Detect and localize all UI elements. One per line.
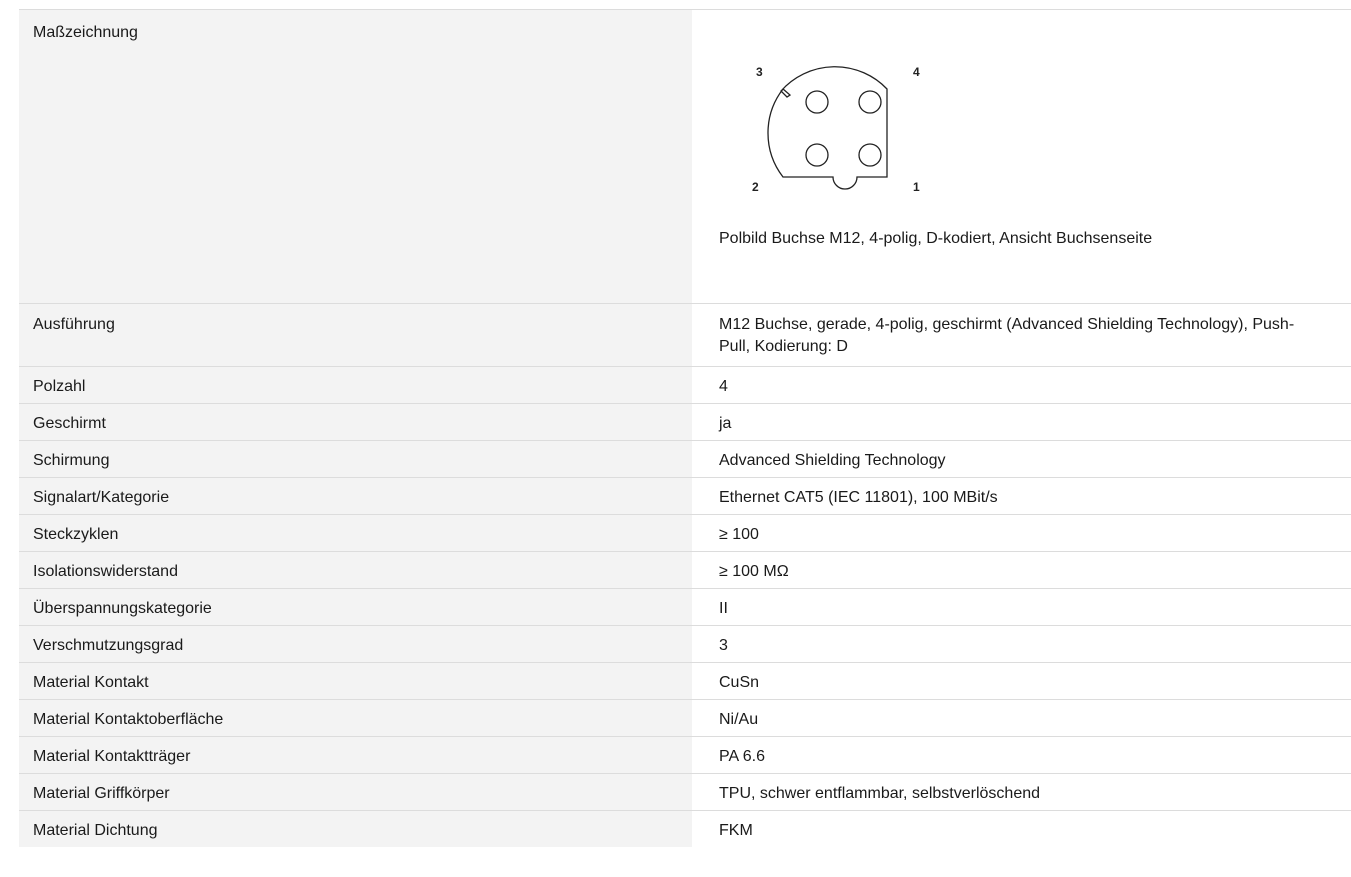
spec-label: Schirmung (19, 440, 692, 478)
spec-value: 3 (692, 625, 1351, 663)
spec-value: Ni/Au (692, 699, 1351, 737)
pin-label-4: 4 (913, 65, 920, 79)
spec-value: ja (692, 403, 1351, 441)
spec-value: PA 6.6 (692, 736, 1351, 774)
connector-outline (767, 66, 888, 190)
spec-label: Geschirmt (19, 403, 692, 441)
drawing-caption: Polbild Buchse M12, 4-polig, D-kodiert, … (719, 230, 1153, 247)
spec-value: FKM (692, 810, 1351, 847)
table-row: Isolationswiderstand ≥ 100 MΩ (19, 551, 1351, 589)
table-row: Material Kontakt CuSn (19, 662, 1351, 700)
pin-circle-3 (805, 90, 829, 114)
spec-value: CuSn (692, 662, 1351, 700)
spec-value: ≥ 100 MΩ (692, 551, 1351, 589)
table-row-drawing: Maßzeichnung 3 4 2 1 Polbild Buchse M12,… (19, 9, 1351, 304)
pin-circle-4 (858, 90, 882, 114)
spec-value: Advanced Shielding Technology (692, 440, 1351, 478)
pin-label-2: 2 (752, 180, 759, 194)
table-row: Material Kontaktträger PA 6.6 (19, 736, 1351, 774)
table-row: Polzahl 4 (19, 366, 1351, 404)
spec-label: Überspannungskategorie (19, 588, 692, 626)
spec-label: Material Griffkörper (19, 773, 692, 811)
pin-circle-2 (805, 143, 829, 167)
table-row: Überspannungskategorie II (19, 588, 1351, 626)
spec-label: Signalart/Kategorie (19, 477, 692, 515)
spec-table: Maßzeichnung 3 4 2 1 Polbild Buchse M12,… (19, 9, 1351, 847)
spec-label: Polzahl (19, 366, 692, 404)
pin-diagram: 3 4 2 1 (752, 65, 920, 194)
spec-value: TPU, schwer entflammbar, selbstverlösche… (692, 773, 1351, 811)
spec-value: 4 (692, 366, 1351, 404)
spec-label: Material Kontakt (19, 662, 692, 700)
spec-label: Ausführung (19, 303, 692, 367)
spec-label: Material Kontaktträger (19, 736, 692, 774)
spec-label: Isolationswiderstand (19, 551, 692, 589)
spec-value: M12 Buchse, gerade, 4-polig, geschirmt (… (692, 303, 1351, 367)
pin-label-3: 3 (756, 65, 763, 79)
table-row: Material Dichtung FKM (19, 810, 1351, 847)
spec-label: Verschmutzungsgrad (19, 625, 692, 663)
table-row: Ausführung M12 Buchse, gerade, 4-polig, … (19, 303, 1351, 367)
spec-label: Steckzyklen (19, 514, 692, 552)
pin-circle-1 (858, 143, 882, 167)
spec-value: ≥ 100 (692, 514, 1351, 552)
table-row: Verschmutzungsgrad 3 (19, 625, 1351, 663)
drawing-cell: 3 4 2 1 Polbild Buchse M12, 4-polig, D-k… (692, 9, 1351, 304)
table-row: Schirmung Advanced Shielding Technology (19, 440, 1351, 478)
pin-label-1: 1 (913, 180, 920, 194)
spec-value: II (692, 588, 1351, 626)
drawing-wrap: 3 4 2 1 Polbild Buchse M12, 4-polig, D-k… (719, 22, 1311, 292)
table-row: Steckzyklen ≥ 100 (19, 514, 1351, 552)
table-row: Material Kontaktoberfläche Ni/Au (19, 699, 1351, 737)
table-row: Material Griffkörper TPU, schwer entflam… (19, 773, 1351, 811)
spec-value: Ethernet CAT5 (IEC 11801), 100 MBit/s (692, 477, 1351, 515)
table-row: Signalart/Kategorie Ethernet CAT5 (IEC 1… (19, 477, 1351, 515)
table-row: Geschirmt ja (19, 403, 1351, 441)
spec-label: Material Dichtung (19, 810, 692, 847)
spec-label: Maßzeichnung (19, 9, 692, 304)
spec-label: Material Kontaktoberfläche (19, 699, 692, 737)
